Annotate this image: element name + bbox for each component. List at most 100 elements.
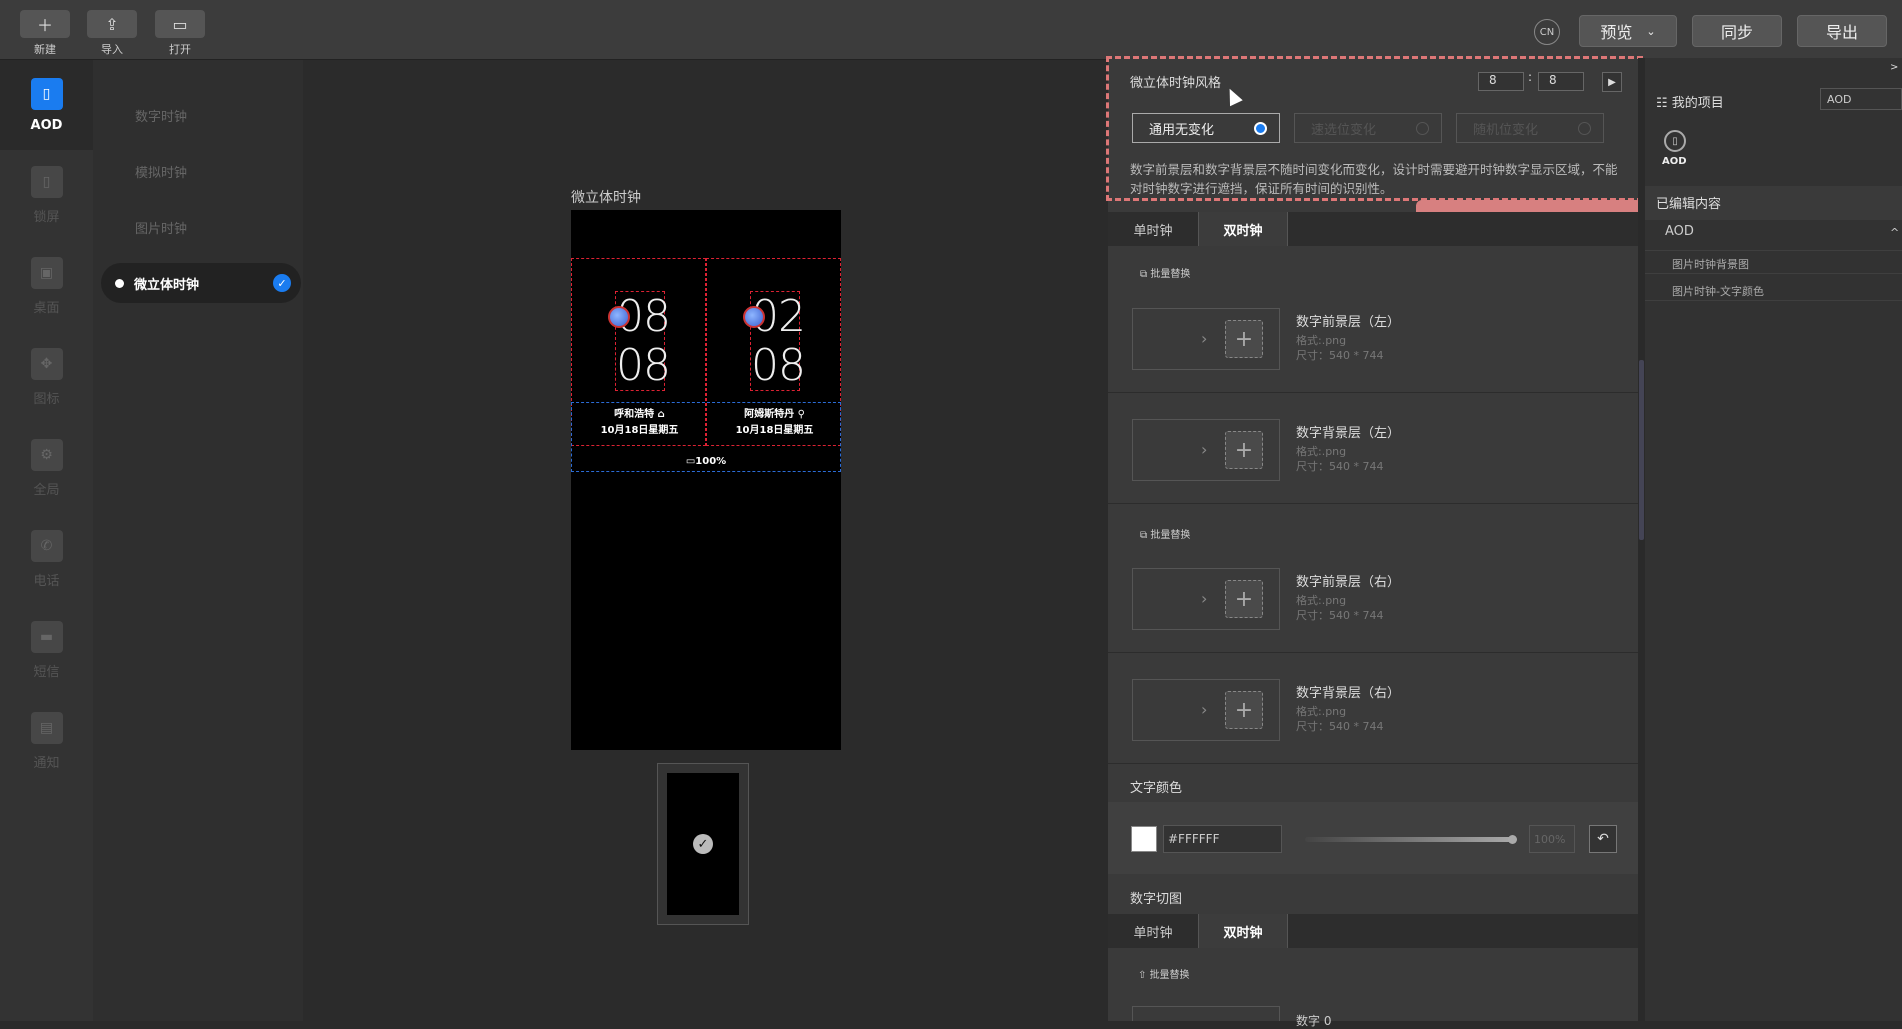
desktop-icon: ▣ (30, 256, 63, 289)
divider (1645, 250, 1902, 251)
chevron-up-icon[interactable]: ^ (1890, 226, 1899, 239)
tab-dual-clock[interactable]: 双时钟 (1198, 212, 1288, 246)
right-minute: 08 (751, 340, 806, 391)
batch-label: 批量替换 (1149, 970, 1190, 981)
import-button-label: 导入 (101, 43, 123, 56)
nav-item-lockscreen[interactable]: ▯ 锁屏 (0, 150, 93, 240)
language-toggle[interactable]: CN (1534, 19, 1560, 45)
nav-label: 电话 (33, 573, 60, 589)
layer-upload-box[interactable]: › + (1132, 419, 1280, 481)
batch-label: 批量替换 (1150, 530, 1191, 541)
left-minute: 08 (616, 340, 671, 391)
layer-format: 格式:.png (1296, 594, 1347, 607)
nav-item-icons[interactable]: ✥ 图标 (0, 332, 93, 422)
new-button[interactable]: ＋ 新建 (20, 10, 70, 57)
chevron-down-icon[interactable]: ⌄ (1646, 25, 1655, 38)
nav-label: 短信 (33, 664, 60, 680)
divider (1645, 300, 1902, 301)
clock-mode-tabs: 单时钟 双时钟 (1108, 212, 1638, 246)
batch-replace-button[interactable]: ⧉ 批量替换 (1140, 265, 1190, 280)
project-name[interactable]: AOD (1662, 156, 1687, 167)
nav-label: 桌面 (33, 300, 60, 316)
preview-label: 预览 (1600, 23, 1633, 42)
nav-item-aod[interactable]: ▯ AOD (0, 60, 93, 150)
open-button[interactable]: ▭ 打开 (155, 10, 205, 57)
batch-replace-button[interactable]: ⧉ 批量替换 (1140, 526, 1190, 541)
project-select[interactable]: AOD (1820, 88, 1902, 110)
layer-upload-box[interactable]: › + (1132, 679, 1280, 741)
color-hex-input[interactable]: #FFFFFF (1163, 825, 1282, 853)
phone-preview[interactable]: 08 08 呼和浩特 ⌂ 10月18日星期五 02 08 阿姆斯特丹 ⚲ 10月… (571, 210, 841, 750)
nav-item-phone[interactable]: ✆ 电话 (0, 514, 93, 604)
digit-0-upload-box[interactable] (1132, 1006, 1280, 1021)
my-projects-title: ☷ 我的项目 (1656, 96, 1724, 111)
divider (1645, 273, 1902, 274)
phone-icon: ✆ (30, 529, 63, 562)
layer-upload-box[interactable]: › + (1132, 308, 1280, 370)
text-color-title: 文字颜色 (1130, 781, 1183, 796)
dot-icon (115, 278, 124, 288)
preview-thumbnail[interactable]: ✓ (657, 763, 749, 925)
add-image-icon[interactable]: + (1225, 431, 1263, 469)
scrollbar-thumb[interactable] (1639, 360, 1644, 540)
folder-icon: ▭ (155, 10, 205, 38)
layer-name: 数字背景层（右） (1296, 686, 1401, 701)
canvas-title: 微立体时钟 (571, 190, 641, 206)
aod-project-icon[interactable]: ▯ (1664, 130, 1686, 152)
subnav-item-micro-3d-clock[interactable]: 微立体时钟 ✓ (101, 263, 301, 303)
preview-button[interactable]: 预览 ⌄ (1579, 15, 1677, 47)
layer-format: 格式:.png (1296, 705, 1347, 718)
add-image-icon[interactable]: + (1225, 691, 1263, 729)
chevron-right-icon: › (1201, 700, 1208, 719)
export-button[interactable]: 导出 (1797, 15, 1887, 47)
nav-item-sms[interactable]: ▬ 短信 (0, 605, 93, 695)
tab-single-clock[interactable]: 单时钟 (1108, 914, 1198, 948)
opacity-slider[interactable] (1305, 837, 1513, 842)
import-button[interactable]: ⇪ 导入 (87, 10, 137, 57)
lockscreen-icon: ▯ (30, 165, 63, 198)
nav-label: 图标 (33, 391, 60, 407)
edited-item[interactable]: 图片时钟-文字颜色 (1672, 283, 1764, 299)
layer-upload-box[interactable]: › + (1132, 568, 1280, 630)
layer-size: 尺寸：540 * 744 (1296, 720, 1384, 733)
subnav-item-image-clock[interactable]: 图片时钟 (135, 218, 187, 237)
left-clock-digits[interactable]: 08 08 (608, 291, 671, 391)
opacity-input[interactable]: 100% (1529, 825, 1575, 853)
reset-icon[interactable]: ↶ (1589, 825, 1617, 853)
batch-replace-button[interactable]: ⇧ 批量替换 (1138, 966, 1190, 981)
icons-icon: ✥ (30, 347, 63, 380)
collapse-icon[interactable]: > (1890, 62, 1898, 73)
open-button-label: 打开 (169, 43, 191, 56)
chevron-right-icon: › (1201, 589, 1208, 608)
edited-group-aod[interactable]: AOD (1665, 224, 1694, 239)
edited-item[interactable]: 图片时钟背景图 (1672, 256, 1749, 272)
color-swatch[interactable] (1131, 826, 1157, 852)
check-icon: ✓ (273, 274, 291, 292)
add-image-icon[interactable]: + (1225, 580, 1263, 618)
nav-label: 锁屏 (33, 209, 60, 225)
nav-label: AOD (30, 117, 63, 133)
nav-item-global[interactable]: ⚙ 全局 (0, 423, 93, 513)
tab-single-clock[interactable]: 单时钟 (1108, 212, 1198, 246)
right-clock-digits[interactable]: 02 08 (743, 291, 806, 391)
layer-name: 数字背景层（左） (1296, 426, 1401, 441)
notification-icon: ▤ (30, 711, 63, 744)
left-nav: ▯ AOD ▯ 锁屏 ▣ 桌面 ✥ 图标 ⚙ 全局 ✆ 电话 ▬ 短信 ▤ 通知 (0, 60, 93, 1021)
new-button-label: 新建 (34, 43, 56, 56)
nav-item-desktop[interactable]: ▣ 桌面 (0, 241, 93, 331)
astronaut-icon (743, 306, 765, 328)
tab-dual-clock[interactable]: 双时钟 (1198, 914, 1288, 948)
chevron-right-icon: › (1201, 329, 1208, 348)
layer-format: 格式:.png (1296, 445, 1347, 458)
layer-size: 尺寸：540 * 744 (1296, 609, 1384, 622)
slider-handle[interactable] (1508, 835, 1517, 844)
astronaut-icon (608, 306, 630, 328)
sync-button[interactable]: 同步 (1692, 15, 1782, 47)
subnav-item-digital-clock[interactable]: 数字时钟 (135, 106, 187, 125)
layer-foreground-left: › + 数字前景层（左） 格式:.png 尺寸：540 * 744 (1108, 283, 1638, 393)
top-toolbar: ＋ 新建 ⇪ 导入 ▭ 打开 CN 预览 ⌄ 同步 导出 (0, 0, 1902, 60)
add-image-icon[interactable]: + (1225, 320, 1263, 358)
highlight-frame (1106, 56, 1643, 201)
subnav-item-analog-clock[interactable]: 模拟时钟 (135, 162, 187, 181)
nav-item-notification[interactable]: ▤ 通知 (0, 696, 93, 786)
